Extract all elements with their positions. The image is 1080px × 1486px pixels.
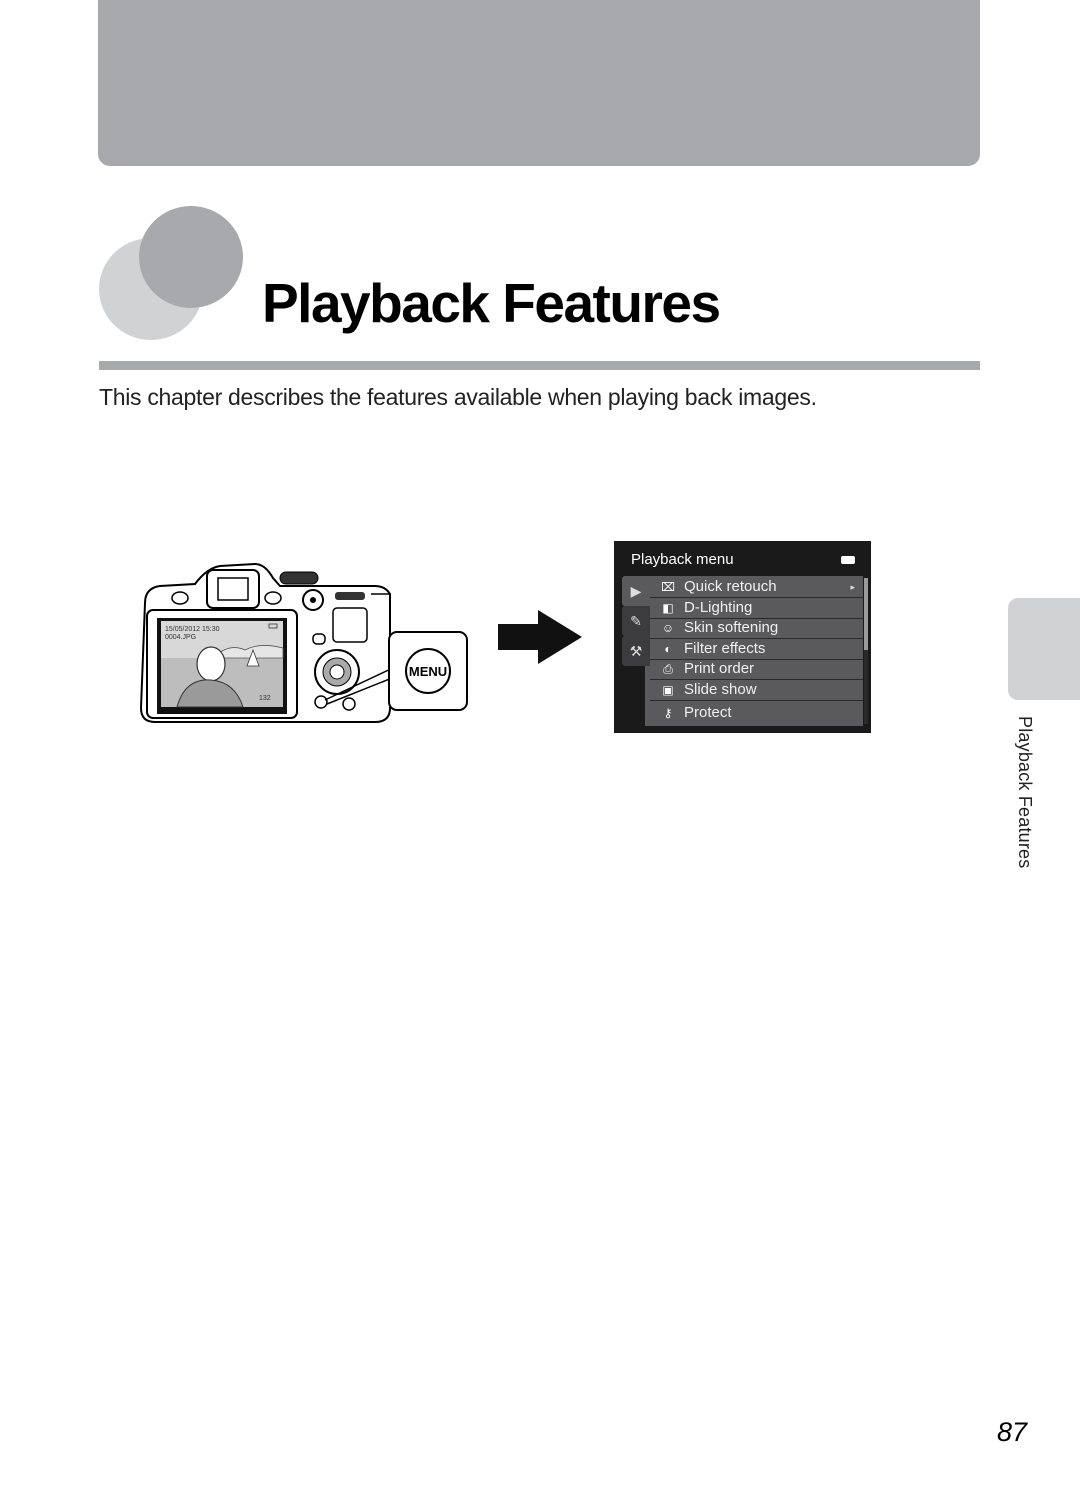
menu-item-filter-effects[interactable]: ◐ Filter effects bbox=[650, 639, 863, 660]
arrow-right-icon bbox=[498, 610, 582, 664]
page-number: 87 bbox=[997, 1417, 1028, 1447]
menu-item-protect[interactable]: ⚷ Protect bbox=[650, 703, 863, 723]
chapter-intro: This chapter describes the features avai… bbox=[99, 384, 817, 410]
tab-playback[interactable]: ▶ bbox=[622, 576, 650, 606]
menu-scroll-thumb[interactable] bbox=[864, 578, 868, 650]
title-divider bbox=[99, 361, 980, 370]
filter-effects-icon: ◐ bbox=[664, 642, 672, 656]
menu-item-label: Slide show bbox=[684, 681, 757, 698]
submenu-arrow-icon: ▸ bbox=[850, 582, 855, 592]
retouch-icon: ✎ bbox=[630, 613, 642, 629]
screen-filename: 0004.JPG bbox=[165, 634, 196, 641]
print-order-icon: ⎙ bbox=[663, 662, 673, 676]
chapter-side-label: Playback Features bbox=[1015, 716, 1035, 869]
tab-setup[interactable]: ⚒ bbox=[622, 636, 650, 666]
menu-item-label: Print order bbox=[684, 660, 755, 677]
screen-counter: 132 bbox=[259, 695, 271, 702]
slide-show-icon: ▣ bbox=[662, 683, 674, 697]
menu-item-label: D-Lighting bbox=[684, 599, 753, 616]
menu-item-label: Skin softening bbox=[684, 619, 779, 636]
menu-item-slide-show[interactable]: ▣ Slide show bbox=[650, 680, 863, 701]
skin-softening-icon: ☺ bbox=[661, 621, 675, 635]
decorative-circle-dark bbox=[139, 206, 243, 308]
chapter-side-tab bbox=[1008, 598, 1080, 700]
menu-item-print-order[interactable]: ⎙ Print order bbox=[650, 659, 863, 680]
battery-icon bbox=[841, 556, 855, 564]
menu-item-label: Protect bbox=[684, 704, 732, 721]
protect-key-icon: ⚷ bbox=[663, 706, 673, 720]
chapter-title: Playback Features bbox=[262, 272, 721, 334]
menu-item-d-lighting[interactable]: ◧ D-Lighting bbox=[650, 598, 863, 619]
d-lighting-icon: ◧ bbox=[662, 601, 674, 615]
playback-menu-screen: Playback menu ▶ ✎ ⚒ ⌧ Quick retouch ▸ ◧ D-… bbox=[614, 541, 871, 733]
menu-item-quick-retouch[interactable]: ⌧ Quick retouch ▸ bbox=[650, 577, 863, 598]
menu-item-label: Filter effects bbox=[684, 640, 766, 657]
menu-item-skin-softening[interactable]: ☺ Skin softening bbox=[650, 618, 863, 639]
tab-retouch[interactable]: ✎ bbox=[622, 606, 650, 636]
menu-button-label: MENU bbox=[409, 664, 447, 679]
quick-retouch-icon: ⌧ bbox=[661, 580, 675, 594]
menu-item-label: Quick retouch bbox=[684, 578, 777, 595]
playback-icon: ▶ bbox=[630, 583, 642, 599]
menu-scrollbar[interactable] bbox=[864, 578, 868, 724]
screen-datetime: 15/05/2012 15:30 bbox=[165, 626, 220, 633]
menu-title: Playback menu bbox=[631, 551, 734, 568]
chapter-header-band bbox=[98, 0, 980, 166]
camera-back-illustration: 15/05/2012 15:30 0004.JPG 132 MENU bbox=[139, 562, 468, 723]
wrench-icon: ⚒ bbox=[629, 643, 643, 659]
